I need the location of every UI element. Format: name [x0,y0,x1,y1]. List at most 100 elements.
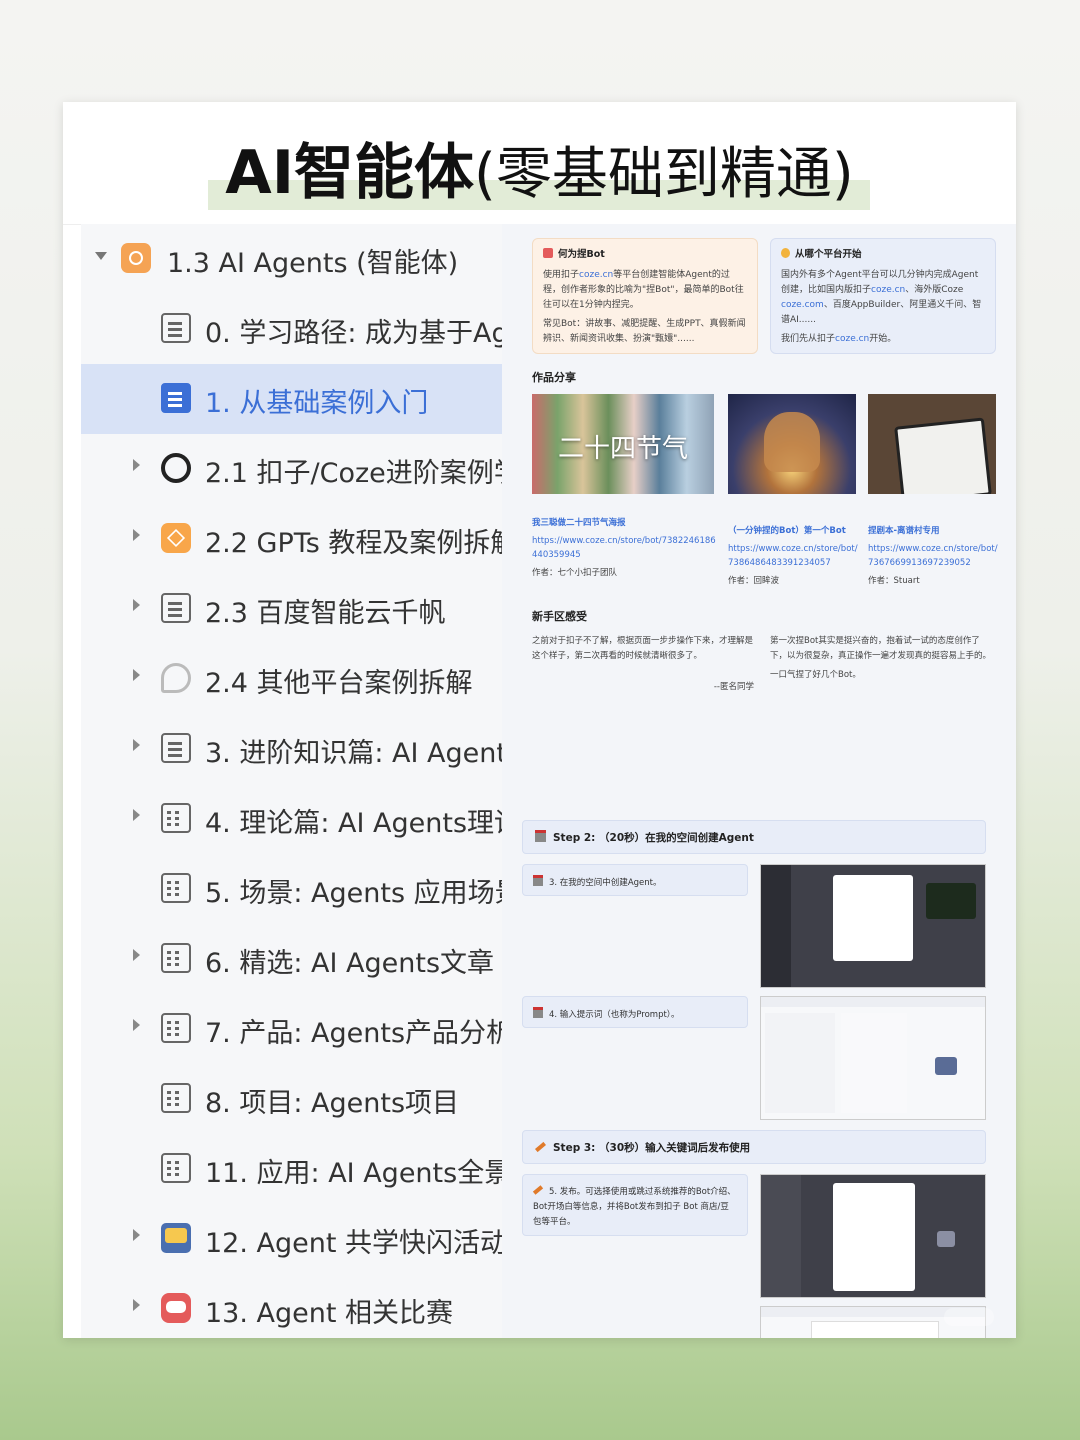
work-author-3: 作者：Stuart [868,576,920,586]
work-thumbnail-1[interactable]: 二十四节气 [532,394,714,494]
chevron-right-icon[interactable] [133,599,140,611]
sidebar-item-label: 7. 产品: Agents产品分析 [205,1018,502,1049]
sidebar-item-8[interactable]: 4. 理论篇: AI Agents理论 [81,784,502,854]
character-figure [764,412,820,472]
chevron-right-icon[interactable] [133,1019,140,1031]
work-title-1[interactable]: 我三聪做二十四节气海报 [532,516,718,530]
card1-heading: 何为捏Bot [558,249,605,260]
screenshot-publish [760,1174,986,1298]
sidebar-item-10[interactable]: 6. 精选: AI Agents文章 [81,924,502,994]
review-right-text: 第一次捏Bot其实是挺兴奋的，抱着试一试的态度创作了下，以为很复杂，真正操作一遍… [770,636,992,661]
sidebar-item-12[interactable]: 8. 项目: Agents项目 [81,1064,502,1134]
chevron-down-icon[interactable] [95,252,107,260]
sidebar-item-1[interactable]: 0. 学习路径: 成为基于Agents的 [81,294,502,364]
sidebar: 1.3 AI Agents (智能体) 0. 学习路径: 成为基于Agents的 1… [81,224,502,1338]
chevron-right-icon[interactable] [133,809,140,821]
sidebar-item-label: 2.3 百度智能云千帆 [205,598,446,629]
sidebar-item-2[interactable]: 1. 从基础案例入门 [81,364,502,434]
medal-icon [781,248,790,258]
work-url-2[interactable]: https://www.coze.cn/store/bot/7386486483… [728,542,858,570]
chevron-right-icon[interactable] [133,459,140,471]
step-2-bar[interactable]: Step 2: （20秒）在我的空间创建Agent [522,820,986,854]
organization-icon [121,243,151,273]
title-subtitle: (零基础到精通) [474,142,854,207]
screenshot-create-agent [760,864,986,988]
sidebar-item-6[interactable]: 2.4 其他平台案例拆解 [81,644,502,714]
grid-icon [161,1083,191,1113]
coze-link[interactable]: coze.cn [579,270,613,280]
page-title: AI智能体(零基础到精通) [63,102,1016,222]
coze-start-link[interactable]: coze.cn [835,334,869,344]
sidebar-item-14[interactable]: 12. Agent 共学快闪活动 [81,1204,502,1274]
sidebar-item-3[interactable]: 2.1 扣子/Coze进阶案例学习 [81,434,502,504]
grid-icon [161,1013,191,1043]
work-thumbnail-3[interactable] [868,394,996,494]
sidebar-item-11[interactable]: 7. 产品: Agents产品分析 [81,994,502,1064]
sidebar-item-15[interactable]: 13. Agent 相关比赛 [81,1274,502,1338]
work-caption-2: （一分钟捏的Bot）第一个Bot https://www.coze.cn/sto… [728,524,858,588]
card2-text-b: 、海外版Coze [905,285,964,295]
sidebar-item-label: 2.1 扣子/Coze进阶案例学习 [205,458,502,489]
pencil-icon [535,1141,546,1153]
grid-icon [161,873,191,903]
tv-icon [161,1223,191,1253]
review-heading: 新手区感受 [532,610,587,623]
robot-icon [161,1293,191,1323]
calendar-icon [535,830,546,842]
sub-step-5: 5. 发布。可选择使用或跳过系统推荐的Bot介绍、Bot开场白等信息，并将Bot… [522,1174,748,1236]
work-thumbnail-2[interactable] [728,394,856,494]
card2-heading: 从哪个平台开始 [795,249,862,260]
coze-cn-link[interactable]: coze.cn [871,285,905,295]
grid-icon [161,803,191,833]
sidebar-item-label: 0. 学习路径: 成为基于Agents的 [205,318,502,349]
sidebar-item-9[interactable]: 5. 场景: Agents 应用场景 [81,854,502,924]
calendar-icon [533,1007,543,1018]
step-3-label: Step 3: （30秒）输入关键词后发布使用 [553,1142,751,1154]
sub-step-4-text: 4. 输入提示词（也称为Prompt）。 [549,1010,680,1020]
swirl-icon [161,663,191,693]
review-left-sign: --匿名同学 [713,682,754,692]
sub-step-5-text: 5. 发布。可选择使用或跳过系统推荐的Bot介绍、Bot开场白等信息，并将Bot… [533,1187,736,1227]
card2-start-text: 我们先从扣子 [781,334,836,344]
sub-step-4: 4. 输入提示词（也称为Prompt）。 [522,996,748,1028]
grid-icon [161,943,191,973]
sidebar-item-4[interactable]: 2.2 GPTs 教程及案例拆解 [81,504,502,574]
review-left-text: 之前对于扣子不了解，根据页面一步步操作下来，才理解是这个样子，第二次再看的时候就… [532,636,754,661]
review-left: 之前对于扣子不了解，根据页面一步步操作下来，才理解是这个样子，第二次再看的时候就… [532,634,754,695]
chevron-right-icon[interactable] [133,949,140,961]
card2-start-text-b: 开始。 [869,334,897,344]
info-card-platform: 从哪个平台开始 国内外有多个Agent平台可以几分钟内完成Agent创建，比如国… [770,238,996,354]
sidebar-item-label: 1. 从基础案例入门 [205,388,429,419]
work-title-2[interactable]: （一分钟捏的Bot）第一个Bot [728,524,858,538]
work-url-3[interactable]: https://www.coze.cn/store/bot/7367669913… [868,542,998,570]
circle-icon [161,453,191,483]
work-title-3[interactable]: 捏剧本-离谱村专用 [868,524,998,538]
card1-examples: 常见Bot：讲故事、减肥提醒、生成PPT、真假新闻辨识、新闻资讯收集、扮演"甄嬛… [543,319,746,344]
review-right: 第一次捏Bot其实是挺兴奋的，抱着试一试的态度创作了下，以为很复杂，真正操作一遍… [770,634,992,683]
chevron-right-icon[interactable] [133,669,140,681]
sidebar-item-label: 2.4 其他平台案例拆解 [205,668,473,699]
coze-com-link[interactable]: coze.com [781,300,824,310]
document-icon [161,593,191,623]
calendar-icon [533,875,543,886]
chevron-right-icon[interactable] [133,739,140,751]
sidebar-item-label: 6. 精选: AI Agents文章 [205,948,495,979]
cube-icon [161,523,191,553]
sidebar-item-label: 11. 应用: AI Agents全景图 [205,1158,502,1189]
sidebar-item-label: 2.2 GPTs 教程及案例拆解 [205,528,502,559]
sidebar-item-5[interactable]: 2.3 百度智能云千帆 [81,574,502,644]
sidebar-item-0[interactable]: 1.3 AI Agents (智能体) [81,224,502,294]
review-right-text-2: 一口气捏了好几个Bot。 [770,670,861,680]
sidebar-item-7[interactable]: 3. 进阶知识篇: AI Agents [81,714,502,784]
chevron-right-icon[interactable] [133,1299,140,1311]
tablet-shape [894,417,992,494]
sidebar-item-13[interactable]: 11. 应用: AI Agents全景图 [81,1134,502,1204]
work-url-1[interactable]: https://www.coze.cn/store/bot/7382246186… [532,534,718,562]
sidebar-item-label: 1.3 AI Agents (智能体) [167,248,459,279]
step-3-bar[interactable]: Step 3: （30秒）输入关键词后发布使用 [522,1130,986,1164]
work-thumbnail-1-text: 二十四节气 [557,434,688,464]
chevron-right-icon[interactable] [133,529,140,541]
chevron-right-icon[interactable] [133,1229,140,1241]
sidebar-item-label: 13. Agent 相关比赛 [205,1298,454,1329]
watermark [944,1308,994,1326]
